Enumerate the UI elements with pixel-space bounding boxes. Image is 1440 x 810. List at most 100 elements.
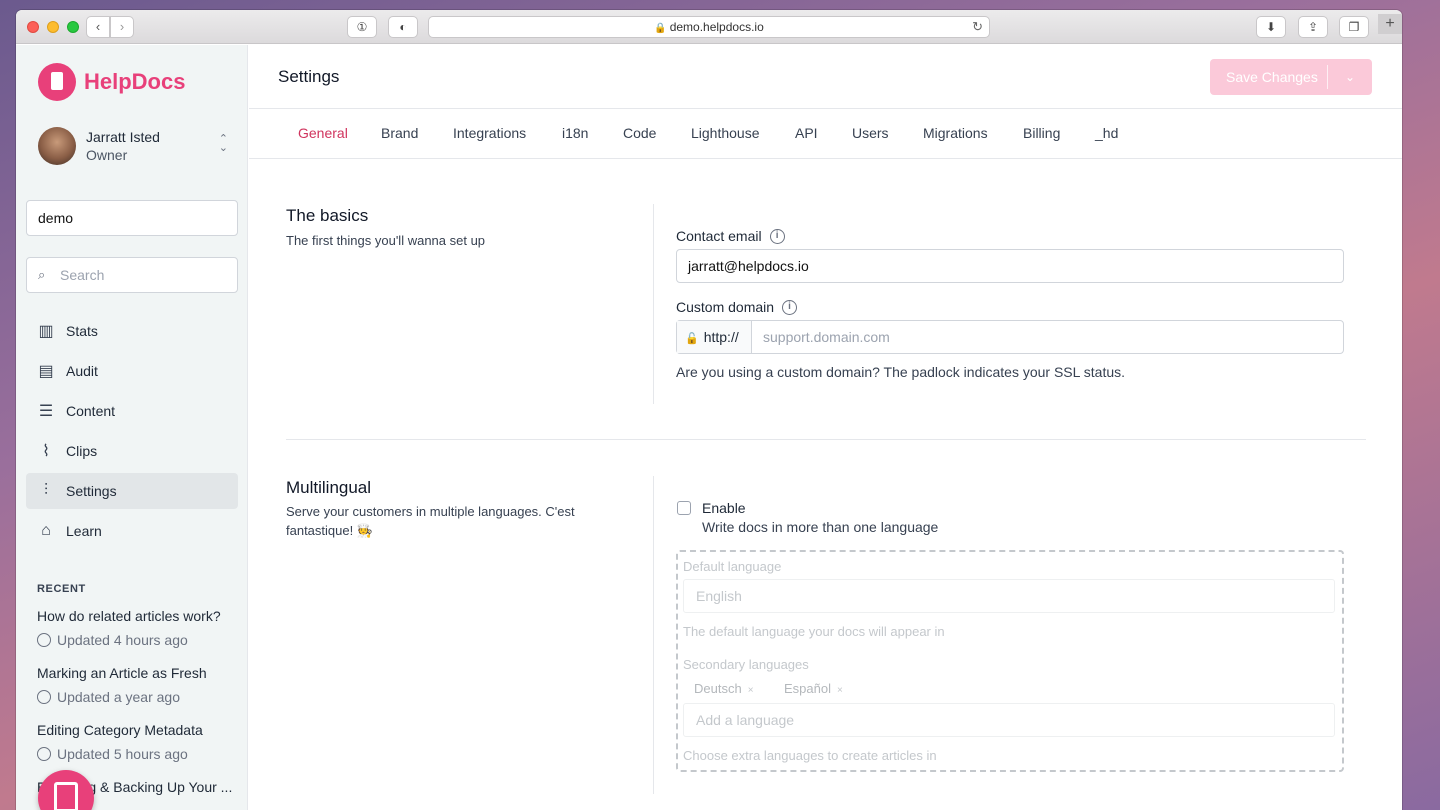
browser-window: ‹ › ① ◐ 🔒 demo.helpdocs.io ↻ ⬇ ⇪ ❐ HelpDo… <box>16 10 1402 810</box>
search-icon: ⌕ <box>38 267 46 282</box>
default-language-select[interactable]: English <box>683 579 1335 613</box>
password-manager-icon[interactable]: ① <box>347 16 377 38</box>
tab-lighthouse[interactable]: Lighthouse <box>691 125 760 141</box>
sliders-icon: ⫶ <box>43 482 48 499</box>
stack-icon: ☰ <box>38 403 54 420</box>
close-window-button[interactable] <box>27 21 39 33</box>
user-name: Jarratt Isted <box>86 129 160 145</box>
sidebar-item-audit[interactable]: ▤ Audit <box>26 353 238 389</box>
sidebar: HelpDocs Jarratt Isted Owner ⌃ ⌄ demo ⌕ S… <box>16 45 248 810</box>
recent-item-meta: Updated 4 hours ago <box>57 632 188 648</box>
brand-name: HelpDocs <box>84 69 186 94</box>
list-item[interactable]: Marking an Article as Fresh Updated a ye… <box>37 665 237 705</box>
user-role: Owner <box>86 147 128 163</box>
search-input[interactable]: ⌕ Search <box>26 257 238 293</box>
paperclip-icon: ⌇ <box>42 443 50 460</box>
sidebar-item-label: Content <box>66 403 116 419</box>
forward-button[interactable]: › <box>110 16 134 38</box>
recent-item-title[interactable]: Marking an Article as Fresh <box>37 665 237 681</box>
info-icon[interactable]: i <box>769 228 785 244</box>
minimize-window-button[interactable] <box>47 21 59 33</box>
sidebar-item-content[interactable]: ☰ Content <box>26 393 238 429</box>
clock-icon <box>37 633 51 647</box>
clipboard-icon: ▤ <box>38 363 54 380</box>
tab-code[interactable]: Code <box>623 125 656 141</box>
lighthouse-icon <box>54 782 78 810</box>
sidebar-item-clips[interactable]: ⌇ Clips <box>26 433 238 469</box>
default-language-label: Default language <box>683 559 782 574</box>
maximize-window-button[interactable] <box>67 21 79 33</box>
recent-heading: RECENT <box>37 583 86 595</box>
helpdocs-logo-icon <box>38 63 76 101</box>
avatar <box>38 127 76 165</box>
info-icon[interactable]: i <box>782 299 798 315</box>
divider <box>653 204 654 404</box>
tab-billing[interactable]: Billing <box>1023 125 1060 141</box>
list-item[interactable]: How do related articles work? Updated 4 … <box>37 608 237 648</box>
sidebar-item-label: Clips <box>66 443 98 459</box>
graduation-cap-icon: ⌂ <box>41 522 51 539</box>
download-icon[interactable]: ⬇ <box>1256 16 1286 38</box>
enable-multilingual-checkbox[interactable] <box>677 501 691 515</box>
tab-api[interactable]: API <box>795 125 818 141</box>
enable-desc: Write docs in more than one language <box>702 519 939 535</box>
sidebar-item-stats[interactable]: ▥ Stats <box>26 313 238 349</box>
sidebar-item-settings[interactable]: ⫶ Settings <box>26 473 238 509</box>
domain-placeholder: support.domain.com <box>763 329 890 345</box>
search-placeholder: Search <box>60 267 105 283</box>
unlocked-padlock-icon: 🔓 <box>685 333 699 345</box>
add-language-input[interactable]: Add a language <box>683 703 1335 737</box>
save-changes-label: Save Changes <box>1226 69 1318 85</box>
chevron-down-icon[interactable]: ⌄ <box>1328 70 1372 84</box>
enable-label[interactable]: Enable <box>702 500 746 516</box>
tab-integrations[interactable]: Integrations <box>453 125 526 141</box>
back-button[interactable]: ‹ <box>86 16 110 38</box>
save-changes-button[interactable]: Save Changes ⌄ <box>1210 59 1372 95</box>
url-text: demo.helpdocs.io <box>669 20 764 34</box>
project-input[interactable]: demo <box>26 200 238 236</box>
language-chip-deutsch[interactable]: Deutsch × <box>694 681 754 696</box>
new-tab-button[interactable]: + <box>1378 14 1402 34</box>
custom-domain-help: Are you using a custom domain? The padlo… <box>676 364 1126 380</box>
contact-email-label-text: Contact email <box>676 228 762 244</box>
recent-item-title[interactable]: How do related articles work? <box>37 608 237 624</box>
tab-general[interactable]: General <box>298 125 348 141</box>
tab-users[interactable]: Users <box>852 125 889 141</box>
chevron-updown-icon: ⌃ ⌄ <box>218 133 228 154</box>
tabs-overview-icon[interactable]: ❐ <box>1339 16 1369 38</box>
clock-icon <box>37 747 51 761</box>
tab-brand[interactable]: Brand <box>381 125 418 141</box>
contact-email-input[interactable]: jarratt@helpdocs.io <box>676 249 1344 283</box>
custom-domain-label: Custom domain i <box>676 299 798 315</box>
list-item[interactable]: Editing Category Metadata Updated 5 hour… <box>37 722 237 762</box>
custom-domain-label-text: Custom domain <box>676 299 775 315</box>
chip-label: Deutsch <box>694 681 742 696</box>
tab-hd[interactable]: _hd <box>1095 125 1118 141</box>
bar-chart-icon: ▥ <box>38 323 54 340</box>
page-title: Settings <box>278 67 340 86</box>
custom-domain-input[interactable]: 🔓 http:// support.domain.com <box>676 320 1344 354</box>
tab-i18n[interactable]: i18n <box>562 125 588 141</box>
brand-logo[interactable]: HelpDocs <box>38 63 185 101</box>
clock-icon <box>37 690 51 704</box>
sidebar-item-label: Settings <box>66 483 117 499</box>
domain-protocol-prefix: 🔓 http:// <box>677 321 752 353</box>
reload-icon[interactable]: ↻ <box>972 17 983 37</box>
language-chip-espanol[interactable]: Español × <box>784 681 843 696</box>
sidebar-item-learn[interactable]: ⌂ Learn <box>26 513 238 549</box>
shield-icon[interactable]: ◐ <box>388 16 418 38</box>
remove-chip-icon[interactable]: × <box>748 685 754 696</box>
lock-icon: 🔒 <box>654 23 667 34</box>
user-switcher[interactable]: Jarratt Isted Owner ⌃ ⌄ <box>38 127 228 165</box>
tab-migrations[interactable]: Migrations <box>923 125 988 141</box>
default-language-help: The default language your docs will appe… <box>683 624 945 639</box>
address-bar[interactable]: 🔒 demo.helpdocs.io ↻ <box>428 16 990 38</box>
remove-chip-icon[interactable]: × <box>837 685 843 696</box>
contact-email-label: Contact email i <box>676 228 785 244</box>
recent-item-meta: Updated a year ago <box>57 689 180 705</box>
share-icon[interactable]: ⇪ <box>1298 16 1328 38</box>
recent-item-title[interactable]: Editing Category Metadata <box>37 722 237 738</box>
recent-item-meta: Updated 5 hours ago <box>57 746 188 762</box>
basics-desc: The first things you'll wanna set up <box>286 233 486 248</box>
sidebar-nav: ▥ Stats ▤ Audit ☰ Content ⌇ Clips ⫶ Sett… <box>26 313 238 553</box>
